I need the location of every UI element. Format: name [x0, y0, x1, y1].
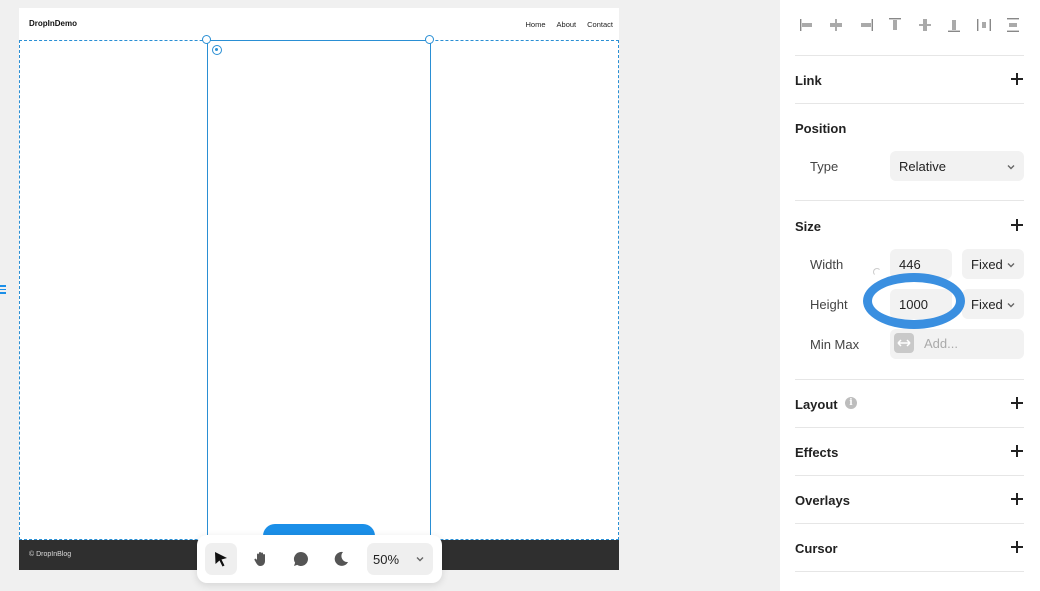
alignment-toolbar	[795, 13, 1025, 37]
position-type-select[interactable]: Relative	[890, 151, 1024, 181]
anchor-point[interactable]	[212, 45, 222, 55]
section-title-link: Link	[795, 73, 822, 88]
nav-home-link[interactable]: Home	[526, 20, 546, 29]
distribute-horizontal-button[interactable]	[972, 13, 996, 37]
resize-arrows-icon	[894, 333, 914, 353]
divider	[795, 103, 1024, 104]
align-right-button[interactable]	[854, 13, 878, 37]
add-effects-plus-icon[interactable]	[1010, 444, 1024, 458]
align-bottom-button[interactable]	[942, 13, 966, 37]
align-bottom-icon	[948, 20, 961, 32]
loading-spinner-icon	[873, 268, 881, 276]
minmax-placeholder: Add...	[924, 336, 958, 351]
section-title-position: Position	[795, 121, 847, 136]
align-right-icon	[860, 19, 873, 31]
height-highlight-ring	[863, 273, 965, 329]
position-type-value: Relative	[899, 158, 946, 174]
divider	[795, 55, 1024, 56]
section-title-layout: Layout	[795, 397, 838, 412]
hand-icon	[254, 552, 265, 566]
layout-info-icon[interactable]: i	[845, 397, 857, 409]
zoom-select[interactable]: 50%	[367, 543, 433, 575]
site-header[interactable]: DropInDemo Home About Contact	[19, 8, 619, 40]
chevron-down-icon	[1007, 303, 1015, 308]
bottom-toolbar: 50%	[197, 535, 442, 583]
nav-contact-link[interactable]: Contact	[587, 20, 613, 29]
section-title-cursor: Cursor	[795, 541, 838, 556]
align-top-button[interactable]	[883, 13, 907, 37]
section-title-size: Size	[795, 219, 822, 234]
distribute-horizontal-icon	[976, 19, 991, 31]
divider	[795, 427, 1024, 428]
divider	[795, 523, 1024, 524]
minmax-input[interactable]: Add...	[890, 329, 1024, 359]
moon-icon	[334, 551, 348, 566]
section-title-effects: Effects	[795, 445, 839, 460]
width-label: Width	[810, 257, 844, 272]
divider	[795, 379, 1024, 380]
align-top-icon	[889, 18, 902, 30]
selected-frame[interactable]	[207, 40, 431, 540]
add-overlays-plus-icon[interactable]	[1010, 492, 1024, 506]
resize-handle-top-left[interactable]	[202, 35, 211, 44]
divider	[795, 571, 1024, 572]
divider	[795, 475, 1024, 476]
distribute-vertical-icon	[1006, 18, 1019, 32]
height-mode-select[interactable]: Fixed	[962, 289, 1024, 319]
comment-icon	[293, 551, 308, 566]
add-layout-plus-icon[interactable]	[1010, 396, 1024, 410]
left-edge-marker-icon[interactable]	[0, 285, 6, 295]
align-left-icon	[800, 19, 812, 31]
chevron-down-icon	[416, 557, 424, 562]
nav-about-link[interactable]: About	[557, 20, 577, 29]
align-center-h-button[interactable]	[824, 13, 848, 37]
align-center-vertical-icon	[918, 19, 931, 31]
site-logo[interactable]: DropInDemo	[29, 19, 77, 28]
resize-handle-top-right[interactable]	[425, 35, 434, 44]
site-nav: Home About Contact	[526, 20, 613, 29]
add-size-plus-icon[interactable]	[1010, 218, 1024, 232]
footer-text: © DropInBlog	[29, 551, 72, 558]
align-left-button[interactable]	[795, 13, 819, 37]
theme-toggle-button[interactable]	[325, 543, 357, 575]
chevron-down-icon	[1007, 165, 1015, 170]
chevron-down-icon	[1007, 263, 1015, 268]
add-cursor-plus-icon[interactable]	[1010, 540, 1024, 554]
hand-tool-button[interactable]	[245, 543, 277, 575]
distribute-vertical-button[interactable]	[1001, 13, 1025, 37]
height-label: Height	[810, 297, 848, 312]
minmax-label: Min Max	[810, 337, 860, 352]
position-type-label: Type	[810, 159, 839, 174]
height-mode-value: Fixed	[971, 296, 1003, 312]
divider	[795, 200, 1024, 201]
align-center-horizontal-icon	[830, 19, 843, 31]
cursor-icon	[215, 552, 227, 567]
select-tool-button[interactable]	[205, 543, 237, 575]
width-value: 446	[899, 256, 921, 272]
width-mode-value: Fixed	[971, 256, 1003, 272]
comment-tool-button[interactable]	[285, 543, 317, 575]
align-middle-button[interactable]	[913, 13, 937, 37]
add-link-plus-icon[interactable]	[1010, 72, 1024, 86]
width-mode-select[interactable]: Fixed	[962, 249, 1024, 279]
zoom-value: 50%	[373, 551, 400, 567]
canvas-area[interactable]: DropInDemo Home About Contact © DropInBl…	[0, 0, 780, 591]
section-title-overlays: Overlays	[795, 493, 850, 508]
